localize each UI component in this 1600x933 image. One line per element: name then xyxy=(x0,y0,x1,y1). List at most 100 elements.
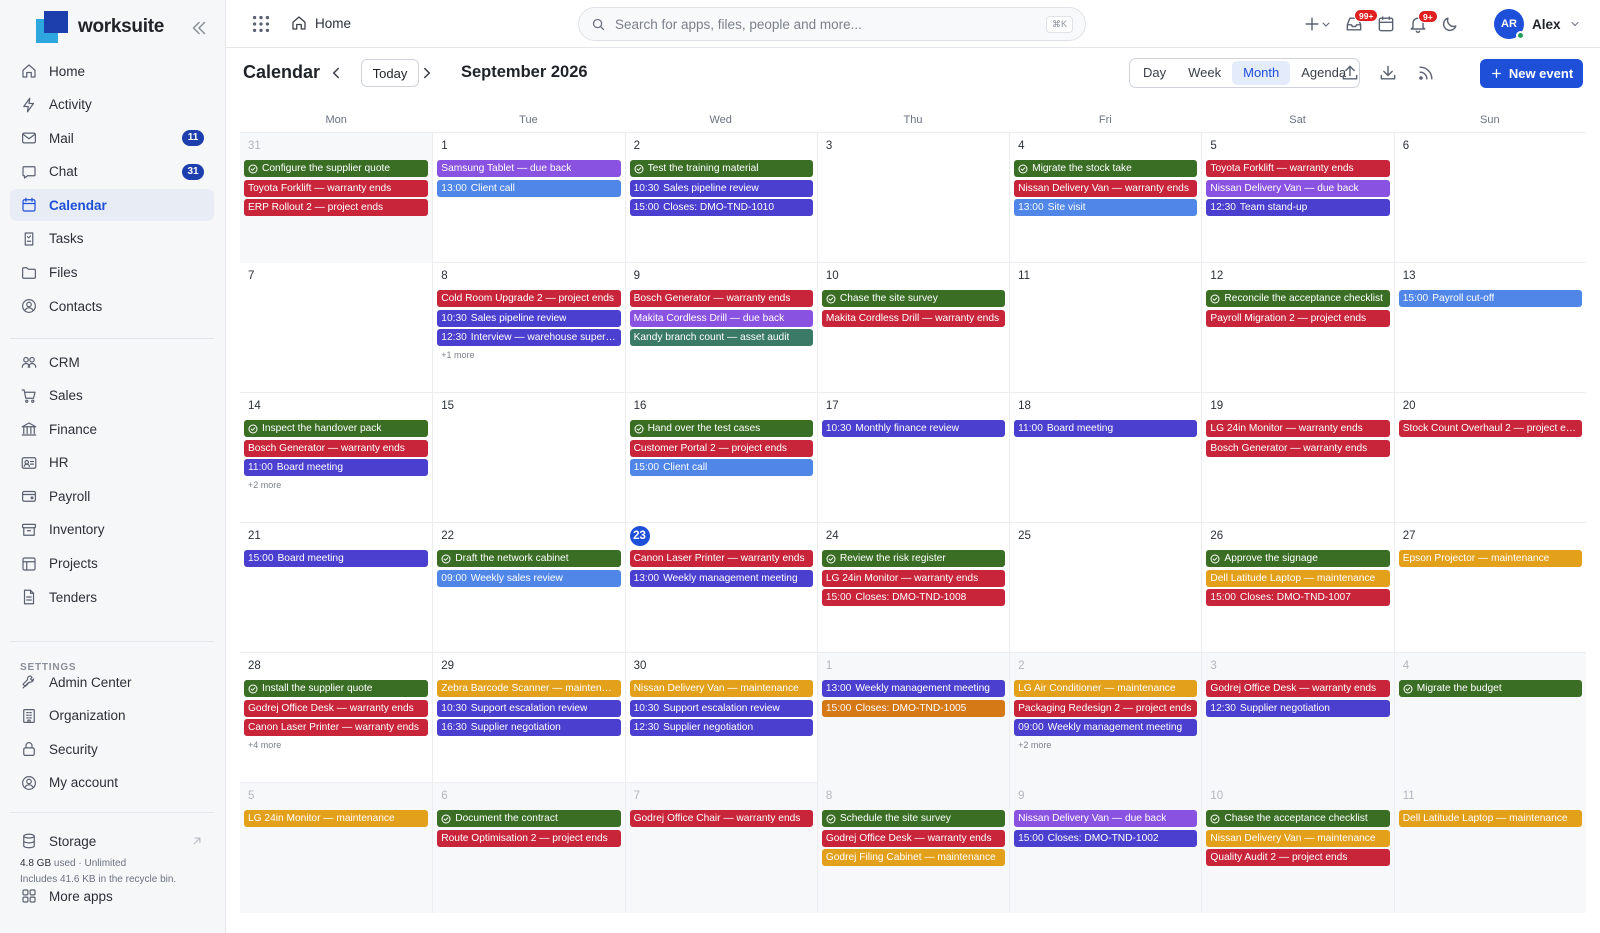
task-chip[interactable]: Schedule the site survey xyxy=(821,810,1006,827)
event-chip[interactable]: Route Optimisation 2 — project ends xyxy=(437,829,621,847)
date-number[interactable]: 11 xyxy=(1014,269,1197,284)
sidebar-item-finance[interactable]: Finance xyxy=(10,413,214,445)
day-cell[interactable]: 3 Godrej Office Desk — warranty ends 12:30… xyxy=(1201,653,1394,783)
task-chip[interactable]: Migrate the stock take xyxy=(1014,160,1198,177)
date-number[interactable]: 2 xyxy=(630,139,813,154)
date-number[interactable]: 16 xyxy=(630,399,813,414)
sidebar-item-projects[interactable]: Projects xyxy=(10,548,214,580)
day-cell[interactable]: 7 xyxy=(240,263,432,393)
event-chip[interactable]: Nissan Delivery Van — due back xyxy=(1206,179,1390,197)
event-chip[interactable]: 15:00 Closes: DMO-TND-1008 xyxy=(821,589,1006,606)
date-number[interactable]: 12 xyxy=(1206,269,1389,284)
date-number[interactable]: 2 xyxy=(1014,659,1197,674)
event-chip[interactable]: 15:00 Client call xyxy=(629,459,813,476)
date-number[interactable]: 7 xyxy=(630,789,813,804)
sidebar-item-payroll[interactable]: Payroll xyxy=(10,480,214,512)
view-tab-month[interactable]: Month xyxy=(1232,61,1291,85)
date-number[interactable]: 26 xyxy=(1206,529,1389,544)
event-chip[interactable]: 12:30 Team stand-up xyxy=(1206,199,1390,216)
event-chip[interactable]: Godrej Office Chair — warranty ends xyxy=(629,810,813,827)
event-chip[interactable]: 10:30 Sales pipeline review xyxy=(437,309,621,327)
day-cell[interactable]: 14 Inspect the handover pack Bosch Generat… xyxy=(240,393,432,523)
sidebar-item-tasks[interactable]: Tasks xyxy=(10,223,214,255)
date-number[interactable]: 27 xyxy=(1399,529,1582,544)
event-chip[interactable]: Canon Laser Printer — warranty ends xyxy=(629,550,813,567)
event-chip[interactable]: Canon Laser Printer — warranty ends xyxy=(244,719,429,736)
event-chip[interactable]: Zebra Barcode Scanner — maintenance xyxy=(437,680,621,697)
day-cell[interactable]: 11 Dell Latitude Laptop — maintenance xyxy=(1393,783,1586,913)
date-number[interactable]: 7 xyxy=(244,269,428,284)
event-chip[interactable]: 15:00 Closes: DMO-TND-1002 xyxy=(1014,829,1198,847)
event-chip[interactable]: Nissan Delivery Van — warranty ends xyxy=(1014,179,1198,197)
event-chip[interactable]: Nissan Delivery Van — maintenance xyxy=(629,680,813,697)
breadcrumb-home[interactable]: Home xyxy=(290,14,351,32)
event-chip[interactable]: 09:00 Weekly management meeting xyxy=(1014,719,1198,736)
date-number[interactable]: 4 xyxy=(1014,139,1197,154)
date-number[interactable]: 3 xyxy=(1206,659,1389,674)
date-number[interactable]: 20 xyxy=(1399,399,1582,414)
date-number[interactable]: 24 xyxy=(822,529,1005,544)
dark-mode-moon-icon[interactable] xyxy=(1440,14,1460,34)
event-chip[interactable]: 12:30 Supplier negotiation xyxy=(1206,699,1390,717)
event-chip[interactable]: Toyota Forklift — warranty ends xyxy=(1206,160,1390,177)
more-events-link[interactable]: +1 more xyxy=(437,349,620,361)
event-chip[interactable]: Godrej Office Desk — warranty ends xyxy=(821,829,1006,847)
event-chip[interactable]: ERP Rollout 2 — project ends xyxy=(244,199,429,216)
date-number[interactable]: 31 xyxy=(244,139,428,154)
event-chip[interactable]: Samsung Tablet — due back xyxy=(437,160,621,177)
sidebar-item-sales[interactable]: Sales xyxy=(10,380,214,412)
event-chip[interactable]: Toyota Forklift — warranty ends xyxy=(244,179,429,197)
search-input[interactable] xyxy=(615,16,1046,32)
day-cell[interactable]: 10 Chase the acceptance checklist Nissan D… xyxy=(1201,783,1394,913)
event-chip[interactable]: Quality Audit 2 — project ends xyxy=(1206,849,1390,866)
event-chip[interactable]: Nissan Delivery Van — due back xyxy=(1014,810,1198,827)
sidebar-item-more-apps[interactable]: More apps xyxy=(10,880,214,912)
day-cell[interactable]: 19 LG 24in Monitor — warranty ends Bosch G… xyxy=(1201,393,1393,523)
sidebar-item-chat[interactable]: Chat 31 xyxy=(10,156,214,188)
day-cell[interactable]: 12 Reconcile the acceptance checklist Payr… xyxy=(1201,263,1393,393)
user-menu[interactable]: AR Alex xyxy=(1494,9,1581,40)
new-event-button[interactable]: New event xyxy=(1480,59,1583,88)
date-number[interactable]: 15 xyxy=(437,399,620,414)
previous-month-chevron-left-icon[interactable] xyxy=(327,64,345,82)
day-cell[interactable]: 26 Approve the signage Dell Latitude Lapto… xyxy=(1201,523,1393,653)
more-events-link[interactable]: +2 more xyxy=(244,479,428,491)
event-chip[interactable]: 13:00 Client call xyxy=(437,179,621,197)
task-chip[interactable]: Review the risk register xyxy=(821,550,1006,567)
date-number[interactable]: 9 xyxy=(1014,789,1197,804)
view-tab-day[interactable]: Day xyxy=(1132,61,1177,85)
date-number[interactable]: 30 xyxy=(630,659,813,674)
event-chip[interactable]: 13:00 Site visit xyxy=(1014,199,1198,216)
date-number[interactable]: 8 xyxy=(822,789,1005,804)
day-cell[interactable]: 16 Hand over the test cases Customer Porta… xyxy=(624,393,817,523)
date-number[interactable]: 8 xyxy=(437,269,620,284)
day-cell[interactable]: 21 15:00 Board meeting xyxy=(240,523,432,653)
event-chip[interactable]: Godrej Filing Cabinet — maintenance xyxy=(821,849,1006,866)
date-number[interactable]: 5 xyxy=(1206,139,1389,154)
task-chip[interactable]: Chase the acceptance checklist xyxy=(1206,810,1390,827)
task-chip[interactable]: Inspect the handover pack xyxy=(244,420,429,437)
create-plus-icon[interactable] xyxy=(1302,14,1322,34)
event-chip[interactable]: Payroll Migration 2 — project ends xyxy=(1206,309,1390,327)
task-chip[interactable]: Approve the signage xyxy=(1206,550,1390,567)
sidebar-item-files[interactable]: Files xyxy=(10,257,214,289)
event-chip[interactable]: Bosch Generator — warranty ends xyxy=(1206,439,1390,457)
day-cell[interactable]: 17 10:30 Monthly finance review xyxy=(816,393,1009,523)
app-launcher-icon[interactable] xyxy=(250,13,272,35)
today-button[interactable]: Today xyxy=(361,59,419,87)
day-cell[interactable]: 28 Install the supplier quote Godrej Offic… xyxy=(240,653,432,783)
event-chip[interactable]: 09:00 Weekly sales review xyxy=(437,569,621,587)
event-chip[interactable]: Cold Room Upgrade 2 — project ends xyxy=(437,290,621,307)
day-cell[interactable]: 25 xyxy=(1009,523,1201,653)
event-chip[interactable]: LG 24in Monitor — warranty ends xyxy=(821,569,1006,587)
event-chip[interactable]: Godrej Office Desk — warranty ends xyxy=(1206,680,1390,697)
sidebar-item-contacts[interactable]: Contacts xyxy=(10,290,214,322)
task-chip[interactable]: Draft the network cabinet xyxy=(437,550,621,567)
event-chip[interactable]: 12:30 Supplier negotiation xyxy=(629,719,813,736)
sidebar-item-home[interactable]: Home xyxy=(10,55,214,87)
event-chip[interactable]: 11:00 Board meeting xyxy=(244,459,429,476)
event-chip[interactable]: Bosch Generator — warranty ends xyxy=(244,439,429,457)
date-number[interactable]: 28 xyxy=(244,659,428,674)
sidebar-item-activity[interactable]: Activity xyxy=(10,89,214,121)
more-events-link[interactable]: +4 more xyxy=(244,739,428,751)
